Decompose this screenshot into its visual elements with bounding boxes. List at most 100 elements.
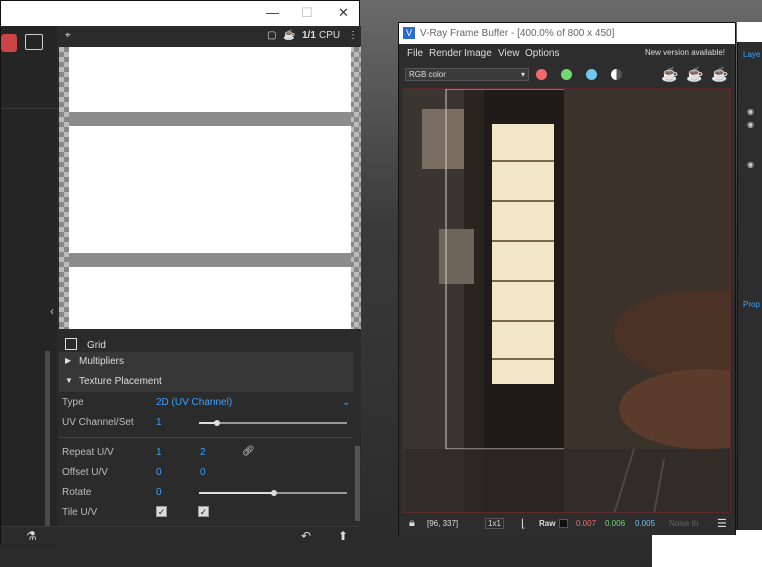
pin-icon[interactable]: ⌖: [65, 30, 71, 41]
tile-row: Tile U/V ✓ ✓: [59, 503, 353, 523]
panel-scrollbar[interactable]: [355, 446, 360, 521]
green-channel-toggle[interactable]: [561, 69, 572, 80]
lock-icon[interactable]: 🔒︎: [409, 517, 415, 530]
rotate-slider-fill: [199, 492, 274, 494]
red-channel-toggle[interactable]: [536, 69, 547, 80]
separator: [59, 437, 353, 438]
red-value: 0.007: [576, 519, 597, 528]
menu-render[interactable]: Render: [429, 48, 462, 59]
texture-placement-label: Texture Placement: [79, 376, 162, 387]
preview-toolbar: ⌖ ▢ ☕ 1/1 CPU ⋮: [59, 26, 361, 46]
minimize-button[interactable]: —: [266, 5, 279, 20]
vfb-menubar: File Render Image View Options New versi…: [399, 44, 735, 63]
multipliers-label: Multipliers: [79, 356, 125, 367]
uv-channel-label: UV Channel/Set: [62, 417, 134, 428]
multipliers-section[interactable]: ▶ Multipliers: [59, 352, 353, 372]
channel-select[interactable]: RGB color ▾: [405, 68, 529, 81]
vray-frame-buffer-window: V V-Ray Frame Buffer - [400.0% of 800 x …: [398, 22, 736, 535]
eye-icon[interactable]: ◉: [747, 160, 754, 169]
green-value: 0.006: [605, 519, 626, 528]
material-editor-titlebar: — ☐ ✕: [1, 1, 359, 26]
square-icon[interactable]: ▢: [267, 30, 276, 41]
sidebar-scrollbar[interactable]: [45, 351, 50, 526]
rotate-knob[interactable]: [271, 490, 277, 496]
uv-channel-slider-fill: [199, 422, 215, 424]
channel-select-value: RGB color: [409, 70, 446, 79]
uv-channel-knob[interactable]: [214, 420, 220, 426]
bottom-toolbar: ⚗ ↶ ⬆: [1, 526, 359, 545]
texture-placement-section[interactable]: ▼ Texture Placement: [59, 372, 353, 392]
color-swatch: [559, 519, 568, 528]
offset-row: Offset U/V 0 0: [59, 463, 353, 483]
grid-stripe: [69, 112, 351, 126]
vfb-title: V-Ray Frame Buffer - [400.0% of 800 x 45…: [420, 28, 615, 39]
right-panel-titlebar: [737, 22, 762, 42]
render-teapot-icon[interactable]: ☕: [661, 66, 678, 83]
teapot-icon[interactable]: ☕: [283, 30, 295, 41]
tile-label: Tile U/V: [62, 507, 98, 518]
offset-label: Offset U/V: [62, 467, 108, 478]
upload-icon[interactable]: ⬆: [338, 529, 348, 543]
rotate-label: Rotate: [62, 487, 92, 498]
asset-type-icon[interactable]: [1, 34, 17, 52]
expand-icon: ▶: [65, 356, 72, 365]
chevron-down-icon[interactable]: ⌄: [342, 397, 350, 408]
repeat-row: Repeat U/V 1 2 🔗︎: [59, 443, 353, 463]
maximize-button[interactable]: ☐: [301, 5, 313, 21]
background-white-area: [652, 530, 762, 567]
grid-stripe: [69, 253, 351, 267]
zoom-select[interactable]: 1x1: [485, 518, 504, 529]
eye-icon[interactable]: ◉: [747, 107, 754, 116]
noise-threshold-label: Noise th: [669, 519, 699, 528]
render-image-svg: [404, 89, 730, 512]
repeat-label: Repeat U/V: [62, 447, 114, 458]
broom-icon[interactable]: ⚗: [26, 529, 37, 543]
repeat-u-value[interactable]: 1: [156, 447, 162, 458]
vray-logo-icon: V: [403, 27, 415, 39]
type-dropdown[interactable]: 2D (UV Channel): [156, 397, 232, 408]
blue-value: 0.005: [635, 519, 656, 528]
layers-label: Laye: [743, 50, 761, 59]
right-layers-panel: Laye ◉ ◉ ◉ Prop: [737, 42, 762, 530]
window-icon[interactable]: [25, 34, 43, 50]
close-button[interactable]: ✕: [338, 5, 349, 21]
rotate-value[interactable]: 0: [156, 487, 162, 498]
raw-label: Raw: [539, 519, 556, 528]
type-label: Type: [62, 397, 84, 408]
blue-channel-toggle[interactable]: [586, 69, 597, 80]
vfb-statusbar: 🔒︎ [96, 337] 1x1 ⌊ Raw 0.007 0.006 0.005…: [399, 513, 735, 535]
vfb-toolbar: RGB color ▾ ☕ ☕ ☕: [399, 63, 735, 87]
ratio-button[interactable]: 1/1: [302, 30, 316, 41]
undo-icon[interactable]: ↶: [301, 529, 311, 543]
menu-file[interactable]: File: [407, 48, 423, 59]
rotate-row: Rotate 0: [59, 483, 353, 503]
menu-view[interactable]: View: [498, 48, 520, 59]
tile-v-checkbox[interactable]: ✓: [198, 506, 209, 517]
uv-channel-slider[interactable]: [199, 422, 347, 424]
material-preview: [59, 47, 361, 329]
curve-icon[interactable]: ⌊: [521, 517, 525, 530]
uv-channel-value[interactable]: 1: [156, 417, 162, 428]
grid-icon: [65, 338, 77, 350]
link-icon[interactable]: 🔗︎: [242, 446, 255, 457]
stop-render-icon[interactable]: ☕: [711, 66, 728, 83]
more-options-icon[interactable]: ⋮: [348, 30, 358, 41]
repeat-v-value[interactable]: 2: [200, 447, 206, 458]
eye-icon[interactable]: ◉: [747, 120, 754, 129]
menu-options[interactable]: Options: [525, 48, 559, 59]
collapse-left-icon[interactable]: ‹: [50, 304, 54, 318]
new-version-link[interactable]: New version available!: [645, 48, 725, 57]
tile-u-checkbox[interactable]: ✓: [156, 506, 167, 517]
cpu-button[interactable]: CPU: [319, 30, 340, 41]
chevron-down-icon: ▾: [520, 70, 525, 79]
render-image[interactable]: [403, 88, 731, 513]
type-row: Type 2D (UV Channel) ⌄: [59, 393, 353, 413]
offset-u-value[interactable]: 0: [156, 467, 162, 478]
grid-label: Grid: [87, 340, 106, 351]
interactive-render-icon[interactable]: ☕: [686, 66, 703, 83]
offset-v-value[interactable]: 0: [200, 467, 206, 478]
menu-image[interactable]: Image: [464, 48, 492, 59]
material-editor-window: — ☐ ✕ ‹ ⌖ ▢ ☕ 1/1 CPU ⋮ Grid ▶ Multiplie…: [0, 0, 361, 546]
alpha-channel-toggle[interactable]: [611, 69, 622, 80]
settings-icon[interactable]: ☰: [717, 517, 727, 530]
